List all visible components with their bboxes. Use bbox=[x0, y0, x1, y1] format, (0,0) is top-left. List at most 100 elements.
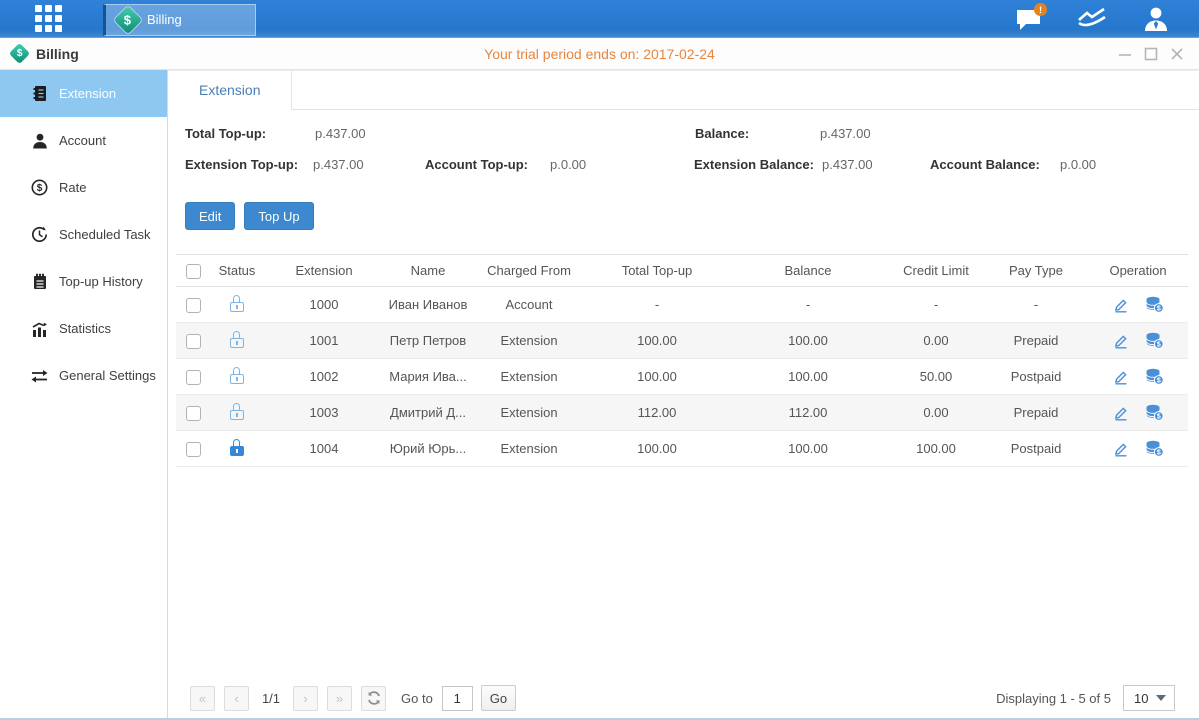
pagination-bar: « ‹ 1/1 › » Go to Go Displaying bbox=[168, 684, 1199, 712]
action-buttons: Edit Top Up bbox=[168, 202, 1199, 230]
sidebar-item-statistics[interactable]: Statistics bbox=[0, 305, 167, 352]
row-checkbox[interactable] bbox=[186, 334, 201, 349]
taskbar-billing-tab[interactable]: $ Billing bbox=[103, 4, 256, 36]
cell-credit-limit: 0.00 bbox=[888, 323, 984, 359]
cell-credit-limit: 100.00 bbox=[888, 431, 984, 467]
account-icon bbox=[31, 132, 48, 149]
edit-button[interactable]: Edit bbox=[185, 202, 235, 230]
cell-extension: 1004 bbox=[264, 431, 384, 467]
cell-pay-type: - bbox=[984, 287, 1088, 323]
sidebar-item-topup-history[interactable]: Top-up History bbox=[0, 258, 167, 305]
billing-diamond-icon: $ bbox=[114, 5, 142, 33]
table-body: 1000Иван ИвановAccount----$1001Петр Петр… bbox=[176, 287, 1188, 467]
extension-balance-value: p.437.00 bbox=[822, 157, 873, 172]
col-credit-limit: Credit Limit bbox=[888, 255, 984, 287]
topup-row-icon[interactable]: $ bbox=[1145, 296, 1164, 313]
sidebar-item-label: Top-up History bbox=[59, 274, 143, 289]
total-topup-label: Total Top-up: bbox=[185, 126, 266, 141]
col-name: Name bbox=[384, 255, 472, 287]
page-size-value: 10 bbox=[1134, 691, 1148, 706]
edit-row-icon[interactable] bbox=[1113, 297, 1129, 313]
cell-name: Дмитрий Д... bbox=[384, 395, 472, 431]
first-page-button[interactable]: « bbox=[190, 686, 215, 711]
topup-row-icon[interactable]: $ bbox=[1145, 332, 1164, 349]
cell-name: Юрий Юрь... bbox=[384, 431, 472, 467]
row-checkbox[interactable] bbox=[186, 406, 201, 421]
cell-pay-type: Postpaid bbox=[984, 431, 1088, 467]
account-topup-value: p.0.00 bbox=[550, 157, 586, 172]
row-checkbox[interactable] bbox=[186, 370, 201, 385]
edit-row-icon[interactable] bbox=[1113, 441, 1129, 457]
go-button[interactable]: Go bbox=[481, 685, 516, 711]
cell-balance: 100.00 bbox=[728, 431, 888, 467]
topup-row-icon[interactable]: $ bbox=[1145, 440, 1164, 457]
prev-page-button[interactable]: ‹ bbox=[224, 686, 249, 711]
messages-icon[interactable]: ! bbox=[1013, 5, 1043, 33]
svg-text:$: $ bbox=[1156, 342, 1160, 349]
window-title-group: $ Billing bbox=[12, 46, 79, 62]
col-balance: Balance bbox=[728, 255, 888, 287]
user-account-icon[interactable] bbox=[1141, 5, 1171, 33]
cell-total-topup: - bbox=[586, 287, 728, 323]
taskbar: $ Billing ! bbox=[0, 0, 1199, 38]
cell-extension: 1002 bbox=[264, 359, 384, 395]
svg-text:$: $ bbox=[1156, 378, 1160, 385]
page-size-select[interactable]: 10 bbox=[1123, 685, 1175, 711]
sidebar-item-label: Scheduled Task bbox=[59, 227, 151, 242]
next-page-button[interactable]: › bbox=[293, 686, 318, 711]
main-content: Extension Total Top-up: p.437.00 Balance… bbox=[168, 70, 1199, 720]
col-status: Status bbox=[210, 255, 264, 287]
close-icon[interactable] bbox=[1169, 46, 1185, 62]
topup-button[interactable]: Top Up bbox=[244, 202, 313, 230]
table-row: 1004Юрий Юрь...Extension100.00100.00100.… bbox=[176, 431, 1188, 467]
billing-title-icon: $ bbox=[9, 43, 30, 64]
maximize-icon[interactable] bbox=[1143, 46, 1159, 62]
row-checkbox[interactable] bbox=[186, 298, 201, 313]
window-titlebar: $ Billing Your trial period ends on: 201… bbox=[0, 38, 1199, 70]
sidebar-item-general-settings[interactable]: General Settings bbox=[0, 352, 167, 399]
lock-status-icon[interactable] bbox=[230, 302, 244, 312]
sidebar-item-rate[interactable]: $ Rate bbox=[0, 164, 167, 211]
minimize-icon[interactable] bbox=[1117, 46, 1133, 62]
account-balance-value: p.0.00 bbox=[1060, 157, 1096, 172]
last-page-button[interactable]: » bbox=[327, 686, 352, 711]
lock-status-icon[interactable] bbox=[230, 338, 244, 348]
topup-history-icon bbox=[31, 273, 48, 290]
topup-row-icon[interactable]: $ bbox=[1145, 368, 1164, 385]
tab-strip-rest bbox=[292, 70, 1199, 109]
col-extension: Extension bbox=[264, 255, 384, 287]
cell-name: Иван Иванов bbox=[384, 287, 472, 323]
refresh-button[interactable] bbox=[361, 686, 386, 711]
tab-extension[interactable]: Extension bbox=[168, 70, 292, 110]
window-title: Billing bbox=[36, 46, 79, 62]
cell-balance: 100.00 bbox=[728, 359, 888, 395]
cell-extension: 1001 bbox=[264, 323, 384, 359]
app-grid-icon[interactable] bbox=[31, 4, 65, 34]
statistics-chart-icon[interactable] bbox=[1077, 5, 1107, 33]
lock-status-icon[interactable] bbox=[230, 446, 244, 456]
sidebar-item-label: Extension bbox=[59, 86, 116, 101]
topup-row-icon[interactable]: $ bbox=[1145, 404, 1164, 421]
extension-topup-label: Extension Top-up: bbox=[185, 157, 298, 172]
extension-icon bbox=[31, 85, 48, 102]
cell-total-topup: 100.00 bbox=[586, 431, 728, 467]
cell-charged-from: Extension bbox=[472, 359, 586, 395]
edit-row-icon[interactable] bbox=[1113, 333, 1129, 349]
cell-pay-type: Postpaid bbox=[984, 359, 1088, 395]
goto-page-input[interactable] bbox=[442, 686, 473, 711]
select-all-checkbox[interactable] bbox=[186, 264, 201, 279]
sidebar-item-scheduled-task[interactable]: Scheduled Task bbox=[0, 211, 167, 258]
edit-row-icon[interactable] bbox=[1113, 405, 1129, 421]
extension-balance-label: Extension Balance: bbox=[694, 157, 814, 172]
col-operation: Operation bbox=[1088, 255, 1188, 287]
edit-row-icon[interactable] bbox=[1113, 369, 1129, 385]
lock-status-icon[interactable] bbox=[230, 410, 244, 420]
lock-status-icon[interactable] bbox=[230, 374, 244, 384]
sidebar-item-extension[interactable]: Extension bbox=[0, 70, 167, 117]
sidebar-item-account[interactable]: Account bbox=[0, 117, 167, 164]
cell-balance: 100.00 bbox=[728, 323, 888, 359]
col-pay-type: Pay Type bbox=[984, 255, 1088, 287]
row-checkbox[interactable] bbox=[186, 442, 201, 457]
page-indicator: 1/1 bbox=[258, 691, 284, 706]
balance-label: Balance: bbox=[695, 126, 749, 141]
